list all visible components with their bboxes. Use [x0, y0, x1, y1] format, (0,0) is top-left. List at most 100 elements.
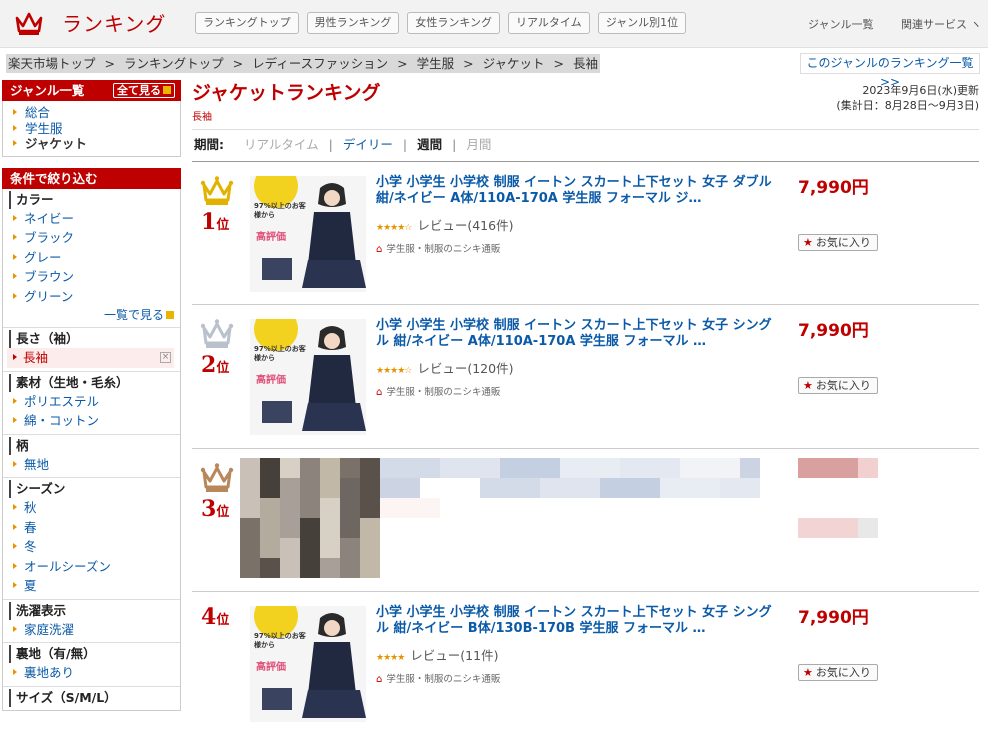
- mosaic-cell: [280, 498, 300, 518]
- show-all-label: 全て見る: [117, 84, 161, 97]
- aggregation-period: (集計日：8月28日〜9月3日): [836, 99, 979, 112]
- blurred-price: [798, 458, 878, 478]
- tab-realtime[interactable]: リアルタイム: [508, 12, 590, 34]
- mosaic-cell: [818, 458, 838, 478]
- genre-item-jacket: ジャケット: [3, 136, 180, 152]
- tab-genre-first[interactable]: ジャンル別1位: [597, 12, 687, 34]
- remove-filter-icon[interactable]: ×: [160, 352, 171, 363]
- filter-option[interactable]: 家庭洗濯: [3, 620, 180, 640]
- genre-ranking-list-link[interactable]: このジャンルのランキング一覧 >>: [800, 53, 980, 89]
- filter-option[interactable]: ポリエステル: [3, 392, 180, 412]
- breadcrumb-item[interactable]: レディースファッション: [252, 56, 388, 71]
- genre-item-all[interactable]: 総合: [3, 105, 180, 121]
- mosaic-cell: [240, 478, 260, 498]
- product-name-link[interactable]: 小学 小学生 小学校 制服 イートン スカート上下セット 女子 ダブル 紺/ネイ…: [376, 175, 776, 207]
- shop-link[interactable]: ⌂ 学生服・制服のニシキ通販: [376, 241, 500, 255]
- mosaic-cell: [340, 518, 360, 538]
- review-summary[interactable]: ★★★★☆ レビュー(416件): [376, 215, 513, 234]
- filter-group-label: 柄: [9, 436, 180, 455]
- star-icon: ★: [803, 379, 813, 392]
- product-image[interactable]: 97%以上のお客様から 高評価: [250, 606, 366, 722]
- filter-group-season: シーズン 秋 春 冬 オールシーズン 夏: [3, 477, 180, 599]
- tab-ranking-top[interactable]: ランキングトップ: [195, 12, 299, 34]
- rank-value: 2: [201, 352, 217, 378]
- period-daily[interactable]: デイリー: [343, 137, 393, 152]
- filter-option-label: 長袖: [23, 350, 49, 365]
- filter-option[interactable]: グリーン: [3, 287, 180, 307]
- thumb-rating-text: 高評価: [256, 662, 286, 673]
- filter-option[interactable]: 綿・コットン: [3, 411, 180, 431]
- mosaic-cell: [380, 458, 400, 478]
- ranking-logo[interactable]: ランキング: [14, 8, 166, 37]
- review-summary[interactable]: ★★★★☆ レビュー(120件): [376, 358, 513, 377]
- period-monthly[interactable]: 月間: [466, 137, 491, 152]
- mosaic-cell: [420, 498, 440, 518]
- shop-name: 学生服・制服のニシキ通販: [386, 387, 501, 398]
- related-services-menu[interactable]: 関連サービス ヽ: [901, 16, 982, 32]
- mosaic-cell: [858, 518, 878, 538]
- tab-male-ranking[interactable]: 男性ランキング: [306, 12, 400, 34]
- mosaic-cell: [520, 478, 540, 498]
- blurred-product-title: [380, 458, 760, 498]
- rank-suffix: 位: [216, 505, 230, 520]
- rank-suffix: 位: [216, 613, 230, 628]
- filter-group-label: シーズン: [9, 480, 180, 498]
- period-realtime[interactable]: リアルタイム: [244, 137, 319, 152]
- mosaic-cell: [360, 518, 380, 538]
- filter-group-lining: 裏地（有/無） 裏地あり: [3, 642, 180, 686]
- tab-female-ranking[interactable]: 女性ランキング: [407, 12, 501, 34]
- product-image[interactable]: 97%以上のお客様から 高評価: [250, 319, 366, 435]
- mosaic-cell: [620, 478, 640, 498]
- product-name-link[interactable]: 小学 小学生 小学校 制服 イートン スカート上下セット 女子 シングル 紺/ネ…: [376, 318, 776, 350]
- favorite-button[interactable]: ★ お気に入り: [798, 234, 878, 251]
- ranking-item: 2位 97%以上のお客様から 高評価 小学 小学生 小学校 制服 イートン スカート上…: [192, 305, 979, 449]
- mosaic-cell: [838, 458, 858, 478]
- filter-option[interactable]: 秋: [3, 498, 180, 518]
- product-name-link[interactable]: 小学 小学生 小学校 制服 イートン スカート上下セット 女子 シングル 紺/ネ…: [376, 605, 776, 637]
- review-summary[interactable]: ★★★★ レビュー(11件): [376, 645, 498, 664]
- breadcrumb-item[interactable]: 楽天市場トップ: [8, 56, 96, 71]
- filter-option[interactable]: ブラック: [3, 228, 180, 248]
- period-weekly: 週間: [417, 137, 443, 152]
- mosaic-cell: [480, 458, 500, 478]
- show-more-link[interactable]: 一覧で見る: [3, 306, 180, 324]
- filter-option[interactable]: ブラウン: [3, 267, 180, 287]
- product-image[interactable]: 97%以上のお客様から 高評価: [250, 176, 366, 292]
- mosaic-cell: [300, 518, 320, 538]
- filter-option[interactable]: グレー: [3, 248, 180, 268]
- genre-list-link[interactable]: ジャンル一覧: [808, 16, 873, 32]
- mosaic-cell: [440, 458, 460, 478]
- filter-title: 条件で絞り込む: [10, 170, 98, 186]
- rank-value: 4: [201, 604, 217, 630]
- filter-option[interactable]: ネイビー: [3, 209, 180, 229]
- genre-list: 総合 学生服 ジャケット: [2, 101, 181, 157]
- show-all-button[interactable]: 全て見る: [113, 83, 175, 98]
- genre-item-uniform[interactable]: 学生服: [3, 121, 180, 137]
- filter-group-material: 素材（生地・毛糸） ポリエステル 綿・コットン: [3, 370, 180, 434]
- filter-option[interactable]: 裏地あり: [3, 663, 180, 683]
- mosaic-cell: [240, 538, 260, 558]
- shop-icon: ⌂: [376, 244, 383, 255]
- mosaic-cell: [360, 478, 380, 498]
- mosaic-cell: [300, 538, 320, 558]
- filter-option[interactable]: 夏: [3, 576, 180, 596]
- filter-option[interactable]: 冬: [3, 537, 180, 557]
- filter-option[interactable]: 無地: [3, 455, 180, 475]
- shop-link[interactable]: ⌂ 学生服・制服のニシキ通販: [376, 671, 500, 685]
- breadcrumb-item[interactable]: ジャケット: [483, 56, 545, 71]
- filter-option[interactable]: オールシーズン: [3, 557, 180, 577]
- thumb-rating-text: 高評価: [256, 232, 286, 243]
- mosaic-cell: [240, 458, 260, 478]
- breadcrumb-current: 長袖: [573, 56, 599, 71]
- favorite-button[interactable]: ★ お気に入り: [798, 377, 878, 394]
- favorite-button[interactable]: ★ お気に入り: [798, 664, 878, 681]
- mosaic-cell: [720, 458, 740, 478]
- filter-option[interactable]: 春: [3, 518, 180, 538]
- mosaic-cell: [260, 558, 280, 578]
- breadcrumb-item[interactable]: 学生服: [417, 56, 455, 71]
- filter-option-selected[interactable]: 長袖 ×: [7, 348, 174, 368]
- breadcrumb-item[interactable]: ランキングトップ: [124, 56, 224, 71]
- shop-link[interactable]: ⌂ 学生服・制服のニシキ通販: [376, 384, 500, 398]
- review-count: レビュー(11件): [410, 648, 499, 663]
- mosaic-cell: [300, 478, 320, 498]
